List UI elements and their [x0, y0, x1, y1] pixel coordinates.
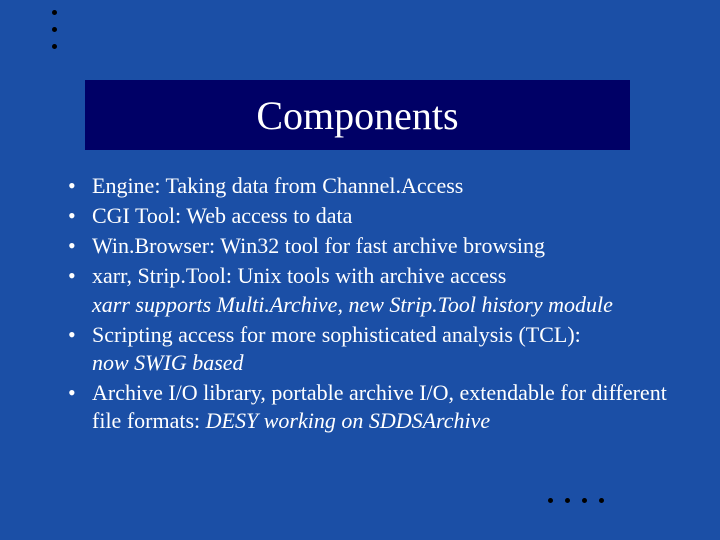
bullet-item: CGI Tool: Web access to data: [60, 202, 670, 230]
bullet-text: Engine: Taking data from Channel.Access: [92, 173, 463, 198]
decorative-dots-top: [52, 10, 57, 61]
decorative-dots-bottom: [542, 490, 610, 508]
slide-title: Components: [256, 92, 458, 139]
bullet-item: Scripting access for more sophisticated …: [60, 321, 670, 377]
bullet-text: xarr, Strip.Tool: Unix tools with archiv…: [92, 263, 506, 288]
slide-body: Engine: Taking data from Channel.Access …: [60, 172, 670, 437]
bullet-item: Archive I/O library, portable archive I/…: [60, 379, 670, 435]
bullet-subtext: DESY working on SDDSArchive: [206, 408, 491, 433]
bullet-item: Engine: Taking data from Channel.Access: [60, 172, 670, 200]
bullet-subtext: now SWIG based: [92, 349, 670, 377]
bullet-item: xarr, Strip.Tool: Unix tools with archiv…: [60, 262, 670, 318]
bullet-text: Scripting access for more sophisticated …: [92, 322, 581, 347]
bullet-text: Win.Browser: Win32 tool for fast archive…: [92, 233, 545, 258]
bullet-subtext: xarr supports Multi.Archive, new Strip.T…: [92, 291, 670, 319]
title-bar: Components: [85, 80, 630, 150]
bullet-text: CGI Tool: Web access to data: [92, 203, 352, 228]
slide: Components Engine: Taking data from Chan…: [0, 0, 720, 540]
bullet-item: Win.Browser: Win32 tool for fast archive…: [60, 232, 670, 260]
